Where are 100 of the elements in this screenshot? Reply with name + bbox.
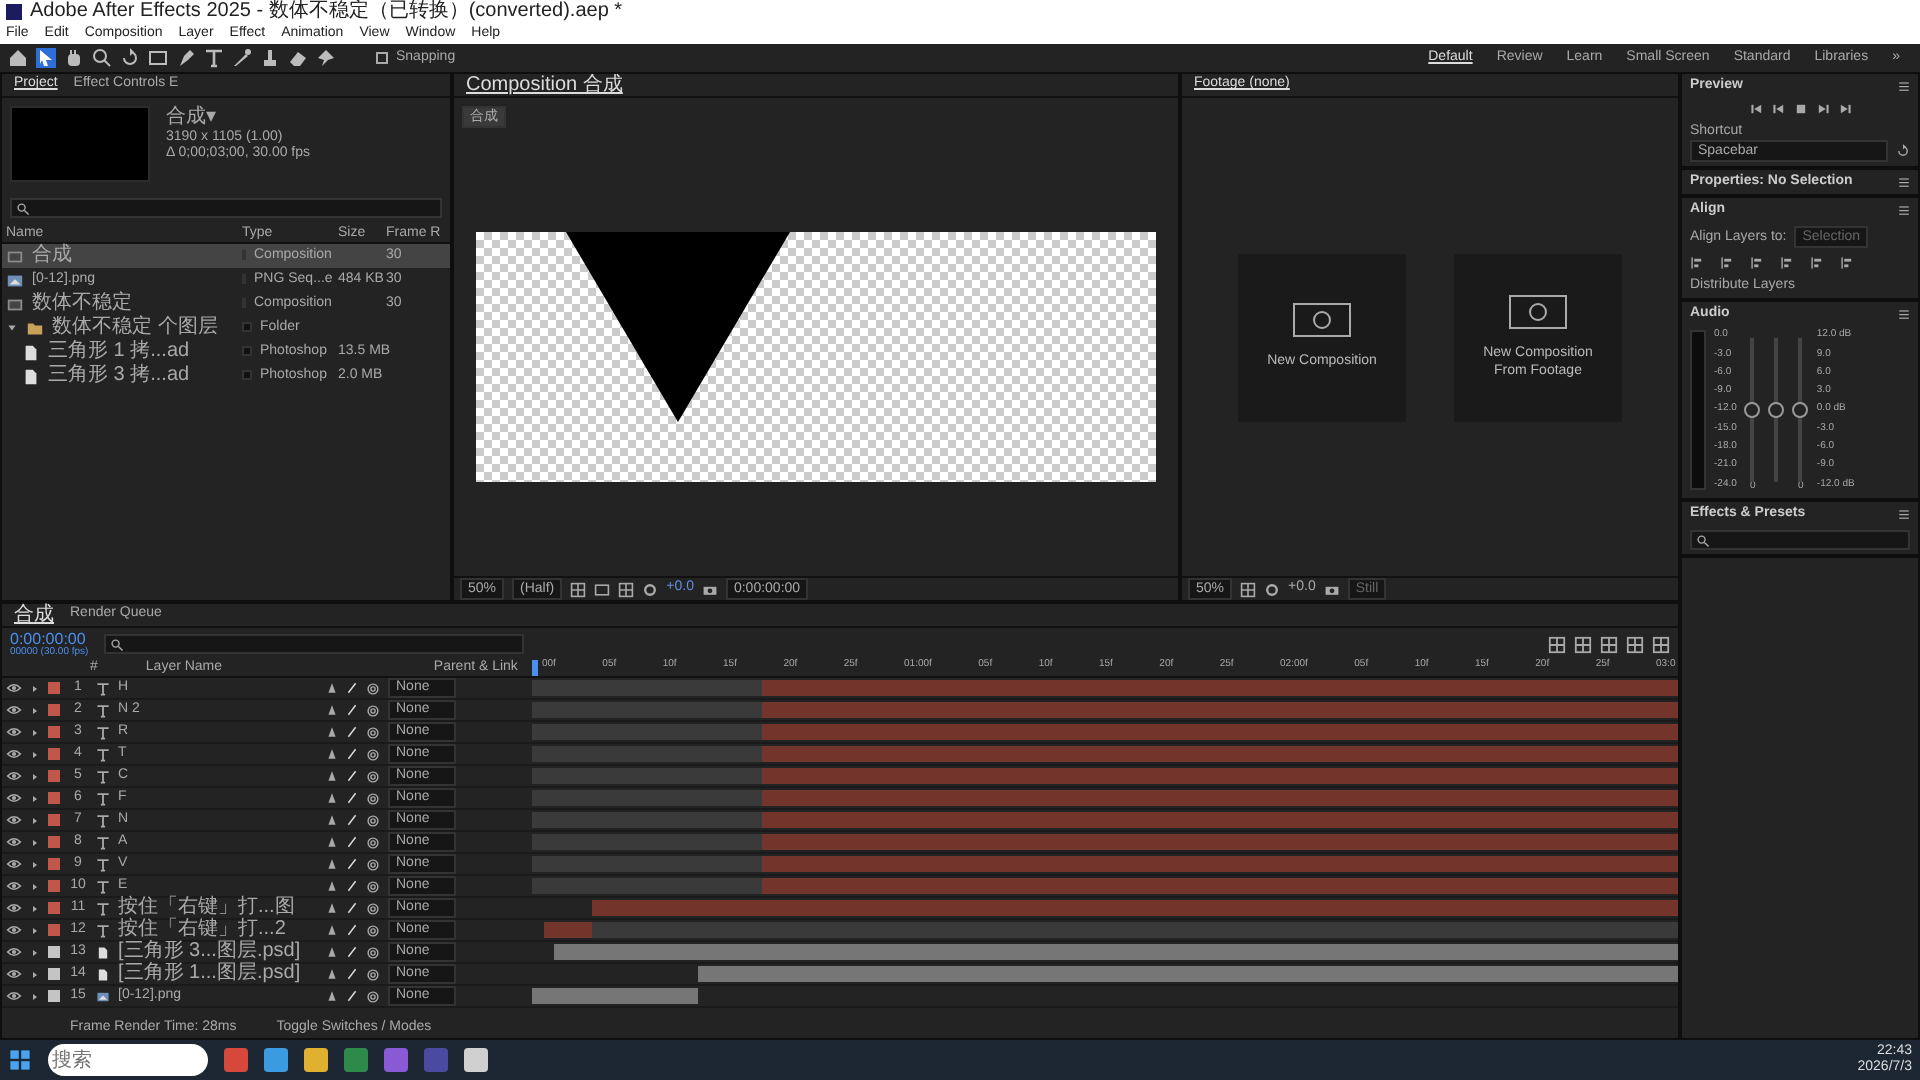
expand-caret-icon[interactable]: [30, 771, 40, 781]
panel-tab[interactable]: 合成: [6, 601, 62, 629]
slider-track[interactable]: [1798, 338, 1803, 483]
layer-name[interactable]: [三角形 3...图层.psd]: [118, 940, 318, 964]
visibility-eye-icon[interactable]: [6, 680, 22, 696]
brush-icon[interactable]: [232, 48, 252, 68]
grid-icon[interactable]: [570, 581, 587, 597]
panel-menu-icon[interactable]: [1898, 176, 1910, 189]
rotate-icon[interactable]: [120, 48, 140, 68]
rectangle-icon[interactable]: [594, 581, 611, 597]
pen-icon[interactable]: [176, 48, 196, 68]
layer-name[interactable]: 按住「右键」打...2: [118, 918, 318, 942]
expand-caret-icon[interactable]: [6, 322, 18, 334]
layer-search-field[interactable]: [104, 634, 524, 654]
visibility-eye-icon[interactable]: [6, 878, 22, 894]
label-color[interactable]: [48, 748, 60, 760]
first-frame-icon[interactable]: [1749, 102, 1763, 117]
current-time[interactable]: 0:00:00:00: [10, 629, 89, 648]
stamp-icon[interactable]: [260, 48, 280, 68]
expand-caret-icon[interactable]: [30, 815, 40, 825]
visibility-eye-icon[interactable]: [6, 812, 22, 828]
expand-caret-icon[interactable]: [30, 947, 40, 957]
reset-icon[interactable]: [1896, 144, 1910, 159]
eraser-icon[interactable]: [288, 48, 308, 68]
visibility-eye-icon[interactable]: [6, 944, 22, 960]
expand-caret-icon[interactable]: [30, 705, 40, 715]
panel-menu-icon[interactable]: [1898, 204, 1910, 217]
slider-thumb[interactable]: [1744, 402, 1761, 419]
expand-caret-icon[interactable]: [30, 925, 40, 935]
slider-thumb[interactable]: [1792, 402, 1809, 419]
label-color[interactable]: [48, 792, 60, 804]
next-frame-icon[interactable]: [1815, 102, 1829, 117]
label-color[interactable]: [48, 968, 60, 980]
visibility-eye-icon[interactable]: [6, 900, 22, 916]
slider-thumb[interactable]: [1768, 402, 1785, 419]
slider-track[interactable]: [1750, 338, 1755, 483]
label-color[interactable]: [48, 990, 60, 1002]
panel-menu-icon[interactable]: [1898, 508, 1910, 521]
pin-icon[interactable]: [316, 48, 336, 68]
stop-icon[interactable]: [1793, 102, 1807, 117]
align-icon[interactable]: [1780, 256, 1794, 271]
hand-icon[interactable]: [64, 48, 84, 68]
camera-icon[interactable]: [701, 581, 718, 597]
panel-menu-icon[interactable]: [1898, 80, 1910, 93]
camera-icon[interactable]: [1323, 581, 1340, 597]
previous-frame-icon[interactable]: [1771, 102, 1785, 117]
align-icon[interactable]: [1840, 256, 1854, 271]
label-color[interactable]: [48, 770, 60, 782]
label-color[interactable]: [48, 814, 60, 826]
panel-menu-icon[interactable]: [1898, 308, 1910, 321]
expand-caret-icon[interactable]: [30, 837, 40, 847]
label-color[interactable]: [48, 924, 60, 936]
expand-caret-icon[interactable]: [30, 903, 40, 913]
label-color[interactable]: [48, 726, 60, 738]
home-icon[interactable]: [8, 48, 28, 68]
visibility-eye-icon[interactable]: [6, 768, 22, 784]
align-icon[interactable]: [1750, 256, 1764, 271]
grid-icon[interactable]: [1240, 581, 1257, 597]
label-color[interactable]: [48, 880, 60, 892]
text-tool-icon[interactable]: [204, 48, 224, 68]
expand-caret-icon[interactable]: [30, 793, 40, 803]
expand-caret-icon[interactable]: [30, 727, 40, 737]
zoom-icon[interactable]: [92, 48, 112, 68]
expand-caret-icon[interactable]: [30, 683, 40, 693]
visibility-eye-icon[interactable]: [6, 746, 22, 762]
align-icon[interactable]: [1810, 256, 1824, 271]
grid-icon[interactable]: [618, 581, 635, 597]
label-color[interactable]: [48, 902, 60, 914]
align-icon[interactable]: [1720, 256, 1734, 271]
gear-icon[interactable]: [642, 581, 659, 597]
effects-search-field[interactable]: [1690, 530, 1910, 551]
search-field[interactable]: 搜索: [48, 1044, 208, 1076]
visibility-eye-icon[interactable]: [6, 856, 22, 872]
expand-caret-icon[interactable]: [30, 749, 40, 759]
visibility-eye-icon[interactable]: [6, 724, 22, 740]
label-color[interactable]: [48, 858, 60, 870]
label-color[interactable]: [48, 704, 60, 716]
search-field[interactable]: [10, 198, 442, 218]
expand-caret-icon[interactable]: [30, 991, 40, 1001]
pointer-icon[interactable]: [36, 48, 56, 68]
start-icon[interactable]: [8, 1048, 32, 1072]
expand-caret-icon[interactable]: [30, 881, 40, 891]
layer-name[interactable]: 按住「右键」打...图: [118, 896, 318, 920]
label-color[interactable]: [48, 682, 60, 694]
snapping-checkbox[interactable]: [376, 51, 388, 64]
visibility-eye-icon[interactable]: [6, 966, 22, 982]
expand-caret-icon[interactable]: [30, 859, 40, 869]
gear-icon[interactable]: [1264, 581, 1281, 597]
visibility-eye-icon[interactable]: [6, 988, 22, 1004]
expand-caret-icon[interactable]: [30, 969, 40, 979]
rectangle-icon[interactable]: [148, 48, 168, 68]
visibility-eye-icon[interactable]: [6, 790, 22, 806]
slider-track[interactable]: [1774, 338, 1779, 483]
layer-name[interactable]: [三角形 1...图层.psd]: [118, 962, 318, 986]
last-frame-icon[interactable]: [1837, 102, 1851, 117]
visibility-eye-icon[interactable]: [6, 922, 22, 938]
label-color[interactable]: [48, 946, 60, 958]
visibility-eye-icon[interactable]: [6, 702, 22, 718]
visibility-eye-icon[interactable]: [6, 834, 22, 850]
align-icon[interactable]: [1690, 256, 1704, 271]
